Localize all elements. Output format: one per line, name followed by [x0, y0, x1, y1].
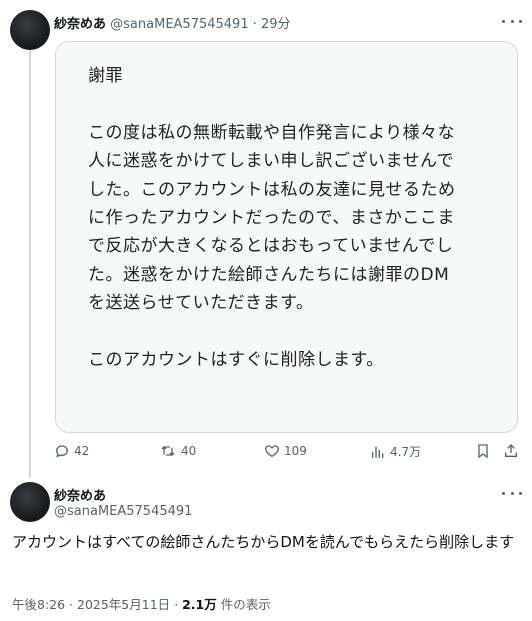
avatar[interactable] [10, 482, 50, 522]
like-button[interactable]: 109 [264, 443, 307, 459]
display-name[interactable]: 紗奈めあ [54, 17, 106, 32]
handle[interactable]: @sanaMEA57545491 [54, 504, 192, 519]
thread-line [29, 50, 31, 478]
reply-count: 42 [74, 444, 90, 458]
share-icon [505, 444, 517, 457]
view-label: 件の表示 [216, 597, 271, 612]
display-name[interactable]: 紗奈めあ [54, 489, 106, 504]
apology-line: で反応が大きくなるとはおもっていませんでし [88, 236, 454, 257]
handle[interactable]: @sanaMEA57545491 [110, 17, 248, 32]
apology-line: この度は私の無断転載や自作発言により様々な [88, 122, 456, 143]
apology-closing: このアカウントはすぐに削除します。 [88, 350, 384, 371]
heart-icon [265, 445, 279, 458]
bookmark-button[interactable] [475, 443, 491, 459]
attached-image[interactable]: 謝罪 この度は私の無断転載や自作発言により様々な 人に迷惑をかけてしまい申し訳ご… [55, 41, 518, 433]
share-button[interactable] [503, 443, 519, 459]
view-count: 2.1万 [182, 597, 217, 612]
bookmark-icon [478, 444, 488, 459]
views-icon [372, 446, 384, 458]
reply-icon [55, 445, 69, 458]
separator: · [252, 17, 257, 32]
apology-line: を送送らせていただきます。 [88, 293, 314, 314]
action-bar: 42 40 109 4.7万 [54, 443, 524, 465]
views-button[interactable]: 4.7万 [370, 443, 421, 460]
image-text: 謝罪 この度は私の無断転載や自作発言により様々な 人に迷惑をかけてしまい申し訳ご… [88, 62, 499, 374]
post-time[interactable]: 29分 [261, 17, 291, 32]
retweet-count: 40 [181, 444, 197, 458]
apology-line: 人に迷惑をかけてしまい申し訳ございませんで [88, 151, 455, 172]
retweet-icon [161, 446, 175, 456]
views-count: 4.7万 [390, 445, 422, 459]
apology-title: 謝罪 [88, 66, 123, 86]
apology-paragraph: この度は私の無断転載や自作発言により様々な 人に迷惑をかけてしまい申し訳ございま… [88, 119, 499, 318]
tweet-header: 紗奈めあ @sanaMEA57545491 · 29分 [54, 13, 291, 32]
apology-line: た。迷惑をかけた絵師さんたちには謝罪のDM [88, 264, 450, 285]
tweet-header: 紗奈めあ [54, 485, 106, 504]
avatar[interactable] [10, 10, 50, 50]
reply-button[interactable]: 42 [54, 443, 89, 459]
retweet-button[interactable]: 40 [159, 443, 196, 459]
more-icon[interactable] [502, 486, 522, 500]
post-timestamp[interactable]: 午後8:26 · 2025年5月11日 · [12, 597, 182, 612]
apology-line: した。このアカウントは私の友達に見せるため [88, 179, 456, 200]
apology-line: に作ったアカウントだったので、まさかここま [88, 208, 455, 229]
like-count: 109 [284, 444, 307, 458]
more-icon[interactable] [502, 14, 522, 28]
tweet-text: アカウントはすべての絵師さんたちからDMを読んでもらえたら削除します [12, 533, 515, 551]
timestamp-line: 午後8:26 · 2025年5月11日 · 2.1万 件の表示 [12, 594, 271, 613]
